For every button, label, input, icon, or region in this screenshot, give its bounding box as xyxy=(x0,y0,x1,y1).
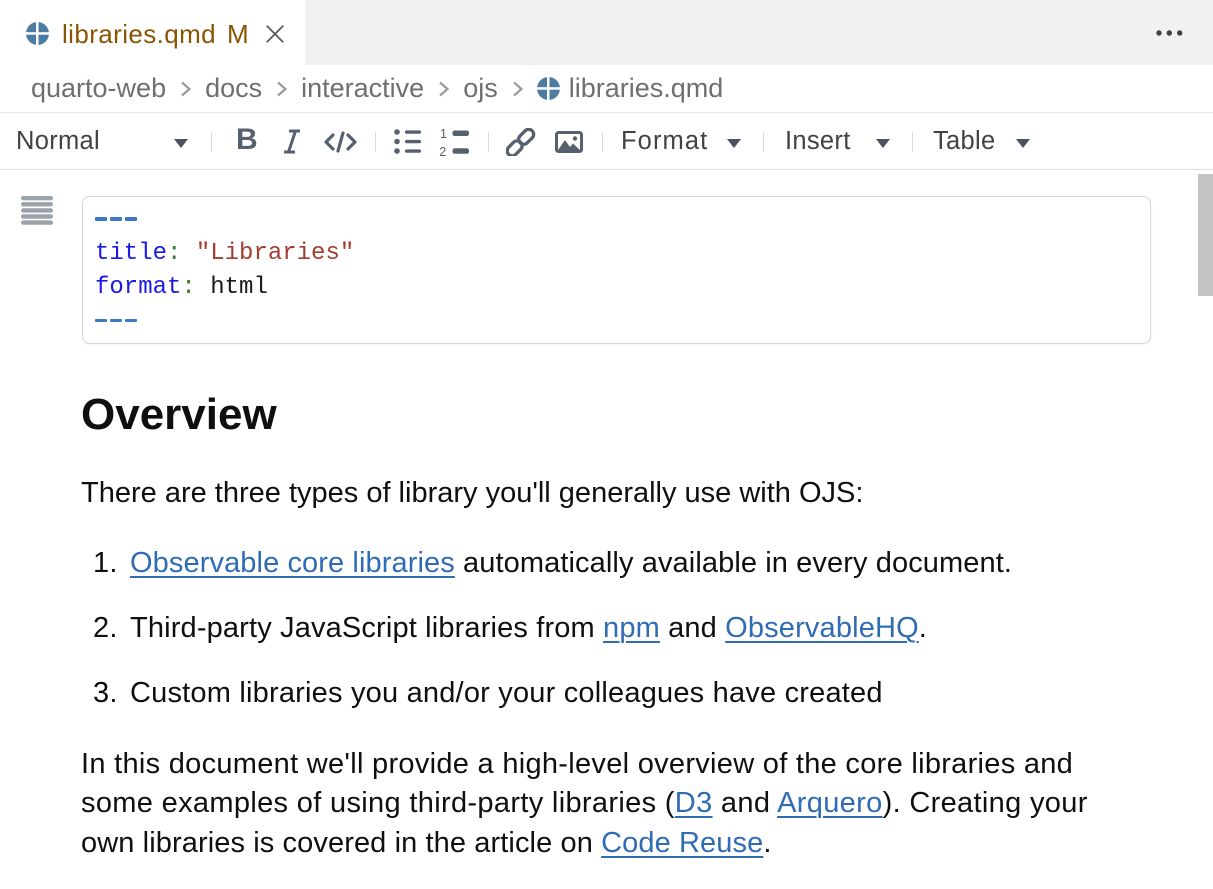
svg-text:2: 2 xyxy=(439,145,446,157)
svg-text:1: 1 xyxy=(440,127,447,141)
